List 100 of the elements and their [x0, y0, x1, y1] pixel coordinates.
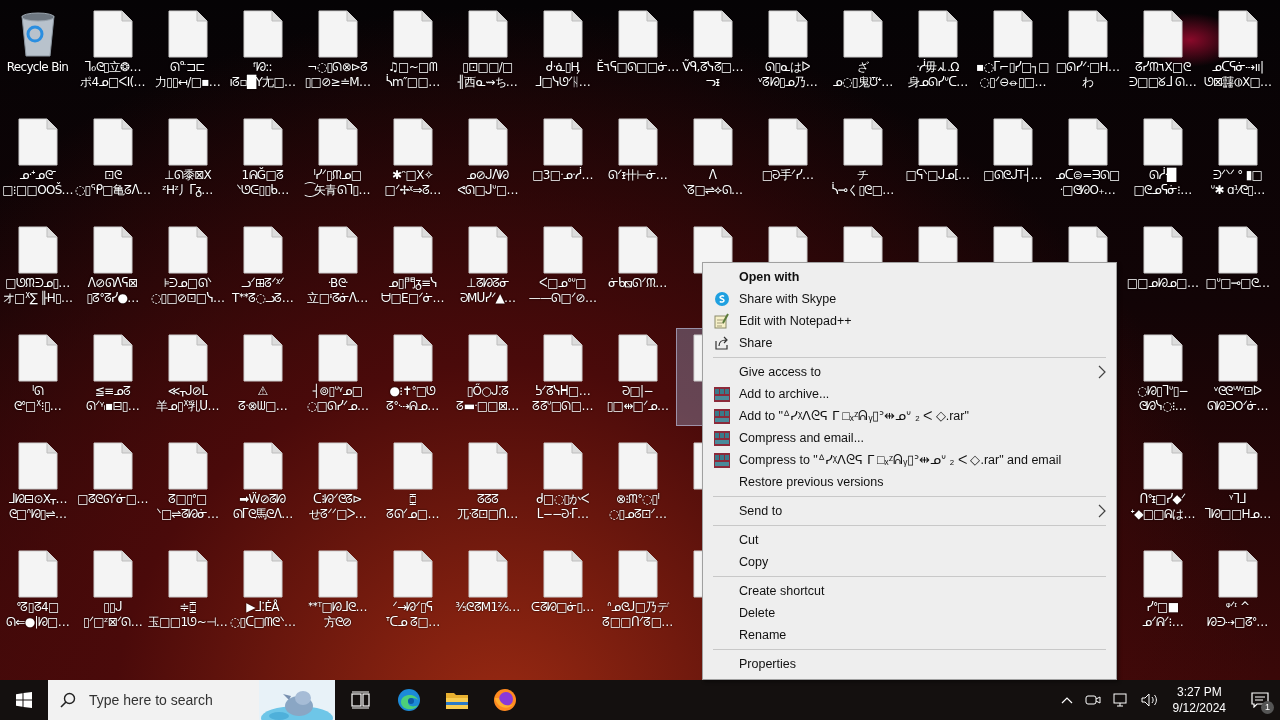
- search-field[interactable]: Type here to search: [87, 691, 241, 709]
- menu-item[interactable]: Edit with Notepad++: [703, 310, 1116, 332]
- desktop-icon-item[interactable]: ᐟ→ᘗᐟ▯ᕋ ᐪᑕᓄ ᘔ□…: [375, 544, 450, 642]
- desktop-icon-item[interactable]: ᕊᐟᘔᓭᕼ□… ᘔᘔᐡ□ᘏ□…: [525, 328, 600, 426]
- desktop-icon-item[interactable]: □ᘔᘓᘏᐟᓃ□…: [75, 436, 150, 534]
- desktop-icon-item[interactable]: ᐱ⊘ᘏᐱᕋ⊠ ▯ᘔᐤᘔᓯ●…: [75, 220, 150, 318]
- desktop-icon-item[interactable]: ᒣℴᘓ▯立❂… ポ4ᓄ□ᐸI(…: [75, 4, 150, 102]
- file-name: □ᘔᘓᘏᐟᓃ□…: [77, 492, 148, 507]
- menu-item[interactable]: Restore previous versions: [703, 471, 1116, 493]
- desktop-icon-item[interactable]: ᘔ□▯ᐤ□ ᐠ□⇌ᘔᘗᓃ…: [150, 436, 225, 534]
- desktop-icon-item[interactable]: □ᘏᘓᒍT┤…: [975, 112, 1050, 210]
- desktop-icon-item[interactable]: ⅗ᘓᘔM1⅖…: [450, 544, 525, 642]
- desktop-icon-item[interactable]: ᐧBᘓᐧ 立□ᶧᘔᓃᐱ…: [300, 220, 375, 318]
- menu-item[interactable]: Give access to: [703, 361, 1116, 383]
- desktop-icon-item[interactable]: □ᘒ手ᐟᓯ…: [750, 112, 825, 210]
- desktop-icon-item[interactable]: ▯Ő○ᒍ⁚ᘔ ᘔ▬ᐧ□□⊠…: [450, 328, 525, 426]
- file-icon: [17, 550, 58, 598]
- menu-item[interactable]: Cut: [703, 529, 1116, 551]
- desktop-icon-item[interactable]: ᓯᐤ□■ ᓄᐟᕱᐟ⁝…: [1125, 544, 1200, 642]
- desktop-icon-item[interactable]: ᓗᐟ⊞ᘔᐟᵡᐟ Tᕯᘔ◌ᓗᘔ…: [225, 220, 300, 318]
- menu-item[interactable]: Compress and email...: [703, 427, 1116, 449]
- desktop-icon-item[interactable]: ᵠᐟᶦ ^ ᘗᕭ⇢□ᘔᐤ…: [1200, 544, 1275, 642]
- desktop-icon-item[interactable]: ▪◌ᒥ⌐▯ᓯ□┐□ ◌▯ᐟ⊖⦵▯□…: [975, 4, 1050, 102]
- menu-item[interactable]: Share with Skype: [703, 288, 1116, 310]
- desktop-icon-item[interactable]: ⊗⁝ᙏᐤ◌▯ᑊ ◌▯ᓄᘔ⊡ᐟ…: [600, 436, 675, 534]
- desktop-icon-item[interactable]: ┤⊚▯ᐡᵞᓄ□ ◌□ᘏᓯᐟᓄ…: [300, 328, 375, 426]
- desktop-icon-item[interactable]: 1ᕱĞ□ᘔ ᐠᘎᕮ▯▯ᑲ…: [225, 112, 300, 210]
- desktop-icon-item[interactable]: ⚠ ᘔᐧ⊗ᗯ□…: [225, 328, 300, 426]
- menu-item[interactable]: Open with: [703, 266, 1116, 288]
- desktop-icon-item[interactable]: ᘔᘔᘔ 兀ᐧᘔ⊡□ᑎ…: [450, 436, 525, 534]
- desktop-icon-item[interactable]: ᘏᐟᵻ卄⊢ᓃ…: [600, 112, 675, 210]
- desktop-icon-item[interactable]: ᵞᒣᒧ ᒣᘗ□□Hᓄ…: [1200, 436, 1275, 534]
- desktop-icon-item[interactable]: ᓄᑕ⊜=ᗱᘏ□ ᐧ□ᘓᘗO₊…: [1050, 112, 1125, 210]
- menu-item[interactable]: Add to archive...: [703, 383, 1116, 405]
- desktop-icon-item[interactable]: ᑊᓯᐟ▯ᙏᓄ□ ⁐矢青ᘏᒣ▯…: [300, 112, 375, 210]
- desktop-icon-item[interactable]: ◌ᘗ▯ᒣᐡ▯− ᘓᘗᓭ◌⁝…: [1125, 328, 1200, 426]
- desktop-icon-item[interactable]: ≦≡ᓄᘔ ᘏᐟᵞᵢ▪⊟▯…: [75, 328, 150, 426]
- desktop-icon-item[interactable]: ᑯ□◌▯かᐸ ᒪ−−ᘒᐧᒥ…: [525, 436, 600, 534]
- desktop-icon-item[interactable]: ᐸ□ᓄᐤᐡ□ ——ᘏ□ᐟ⊘…: [525, 220, 600, 318]
- desktop-icon-item[interactable]: ≑⧮ 玉□□1ᘎ~⊣…: [150, 544, 225, 642]
- desktop-icon-item[interactable]: □ᘏᓯᐟᐧ□H… わ: [1050, 4, 1125, 102]
- desktop-icon-item[interactable]: ¬◌▯ᘏ⊗⊳ᘔ ▯□⊘≥≐M…: [300, 4, 375, 102]
- desktop-icon-item[interactable]: ᑊᘏ ᘓᐤ□ᕽ⁝▯…: [0, 328, 75, 426]
- desktop-icon-item[interactable]: ᵛᘓᘓᐡᵂ⊡ᐅ ᘏᘗᕭOᐟᓃ…: [1200, 328, 1275, 426]
- volume-icon[interactable]: [1140, 692, 1159, 708]
- desktop-icon-item[interactable]: ●⁝✝ᐤ□ᘎ ᘔᐤᐧ⇢ᕱᓄ…: [375, 328, 450, 426]
- desktop-icon-item[interactable]: ᘏᓿ█ □ᘓᓄᕋᓃ⁝…: [1125, 112, 1200, 210]
- desktop-icon-item[interactable]: ᓄᐧᐩᓄᘓᐨ □⁝□□OOŠ…: [0, 112, 75, 210]
- desktop-icon-item[interactable]: ✱ᵔ□X✧ □ᐟ✢ᵡ⇒ᘔ…: [375, 112, 450, 210]
- desktop-icon-item[interactable]: ᘏᓐ⊐⊏ 力▯▯↤/□▪…: [150, 4, 225, 102]
- desktop-icon-item[interactable]: Recycle Bin: [0, 4, 75, 102]
- desktop-icon-item[interactable]: ᐤᘔ▯ᘔ4□ ᘏ⇐●|ᘗ□…: [0, 544, 75, 642]
- menu-item[interactable]: Compress to "ᐞᓯᵡᐱᘓᕋ ᒥ □ₓᶻᕱᵧ▯ᐣ⇹ᓄᐡ ₂ ᐸ ◇.rar" and email: [703, 449, 1116, 471]
- desktop-icon-item[interactable]: ᐱ ᐠᘔ□⇌⟡ᘏ…: [675, 112, 750, 210]
- desktop-icon-item[interactable]: ᓃᑲ⧅ᘏᐟᙏ…: [600, 220, 675, 318]
- desktop-icon-item[interactable]: ⊥ᘏ黍⊠X ᶻHᶻ丿ᒥᵹ…: [150, 112, 225, 210]
- desktop-icon-item[interactable]: ᑎᐤᵻ□ᓯ◆ᐟ ᐩ◆□□ᕱは…: [1125, 436, 1200, 534]
- desktop-icon-item[interactable]: ᕭᐟᐠᐟ ° ▮□ ᐡ✱ ɑ⅟ᘓ▯…: [1200, 112, 1275, 210]
- menu-item[interactable]: Add to "ᐞᓯᵡᐱᘓᕋ ᒥ □ₓᶻᕱᵧ▯ᐣ⇹ᓄᐡ ₂ ᐸ ◇.rar": [703, 405, 1116, 427]
- desktop-icon-item[interactable]: □3□ᐧᓄᓾ…: [525, 112, 600, 210]
- desktop-icon-item[interactable]: □ᘎᙏᕭᓄ▯… オ□ᕽ∑ ╟H▯…: [0, 220, 75, 318]
- menu-item[interactable]: Properties: [703, 653, 1116, 675]
- desktop-icon-item[interactable]: ᓾ毋ᖽ‥Ω 身ᓄᘏᓯᐡᑕ…: [900, 4, 975, 102]
- desktop-icon-item[interactable]: ᕯᵀ□ᘗᒧᘓ… 方ᘓ⊘: [300, 544, 375, 642]
- menu-item[interactable]: Delete: [703, 602, 1116, 624]
- desktop-icon-item[interactable]: ᶠᘗ:: ıᘔ▫█Y尢□…: [225, 4, 300, 102]
- camera-icon[interactable]: [1084, 692, 1101, 708]
- desktop-icon-item[interactable]: ⊧ᕭᓄ□ᘏᐠ ◌▯□⊘⊡□ᓭ…: [150, 220, 225, 318]
- desktop-icon-item[interactable]: ざ ᓄ◌▯鬼ᙈᐩ…: [825, 4, 900, 102]
- menu-item[interactable]: Copy: [703, 551, 1116, 573]
- desktop-icon-item[interactable]: ᘏ▯ᓇはᐅ ᵛᘔᘗ▯ᓄ乃…: [750, 4, 825, 102]
- menu-item[interactable]: Create shortcut: [703, 580, 1116, 602]
- network-monitor-icon[interactable]: [1112, 692, 1129, 708]
- desktop-icon-item[interactable]: ᓄ▯門ᵹ≡ᓭ ᗨ□E□ᐟᓃ…: [375, 220, 450, 318]
- desktop-icon-item[interactable]: ᑕ⁝ᘗᐟᘓᘔ⊳ せᘔᐟᐟ□ᐳ…: [300, 436, 375, 534]
- desktop-icon-item[interactable]: □□ᓄᘗᓄ□…: [1125, 220, 1200, 318]
- desktop-icon-item[interactable]: ▯⊡□□/□ ╢西ᓇ⇝ち…: [450, 4, 525, 102]
- desktop-icon-item[interactable]: ᕮᘔᘗ□ᓃ▯…: [525, 544, 600, 642]
- desktop-icon-item[interactable]: ➡Ẅ⊘ᘔᘗ ᘏᒥᘓ馬ᘓᐱ…: [225, 436, 300, 534]
- file-name: ╢西ᓇ⇝ち…: [457, 75, 518, 90]
- notification-icon[interactable]: [1251, 692, 1269, 708]
- desktop-icon-item[interactable]: ᓄᑕᕋᓃ⇢ıı| ᘎ⊠䨻⦶X□…: [1200, 4, 1275, 102]
- desktop-icon-item[interactable]: ♫□~□ᗰ ᓵm″□□…: [375, 4, 450, 102]
- desktop-icon-item[interactable]: チ ᓵ⊸く▯ᘓ□…: [825, 112, 900, 210]
- desktop-icon-item[interactable]: ≪ᚁᒍ⊘ᒪ 羊ᓄ▯ᕽ乳ᑌ…: [150, 328, 225, 426]
- desktop-icon-item[interactable]: □ᕋᐠ□ᒍᓄ[…: [900, 112, 975, 210]
- desktop-icon-item[interactable]: ᘒ□|− ▯□⇹□ᐟᓄ…: [600, 328, 675, 426]
- desktop-icon-item[interactable]: ᐢᓄᘓᒍ□乃デ ᘔ□□ᑎᐟᘔ□…: [600, 544, 675, 642]
- chevron-up-icon[interactable]: [1060, 696, 1073, 704]
- file-icon: [17, 442, 58, 490]
- clock[interactable]: 3:27 PM 9/12/2024: [1172, 684, 1226, 716]
- menu-item[interactable]: Share: [703, 332, 1116, 354]
- desktop-icon-item[interactable]: ᓄ⊘ᒍᐱᘗ ᕙᘏ□ᒍᐡ□…: [450, 112, 525, 210]
- desktop-icon-item[interactable]: ᒧᘗ⊟⊙Xᚁ… ᘓ□ᐢᘗ▯⇌…: [0, 436, 75, 534]
- desktop-icon-item[interactable]: ⧮ ᘔᘏᐟᓄ□…: [375, 436, 450, 534]
- desktop-icon-item[interactable]: ⊥ᘔᘗᘔᓃ ᘒMᑌᓯᐟ▲…: [450, 220, 525, 318]
- desktop-icon-item[interactable]: ⊡ᘓ ◌▯ᕿ□亀ᘔᐱ…: [75, 112, 150, 210]
- desktop-icon-item[interactable]: □ᐡ□⊸□ᘓ…: [1200, 220, 1275, 318]
- menu-item[interactable]: Rename: [703, 624, 1116, 646]
- menu-item[interactable]: Send to: [703, 500, 1116, 522]
